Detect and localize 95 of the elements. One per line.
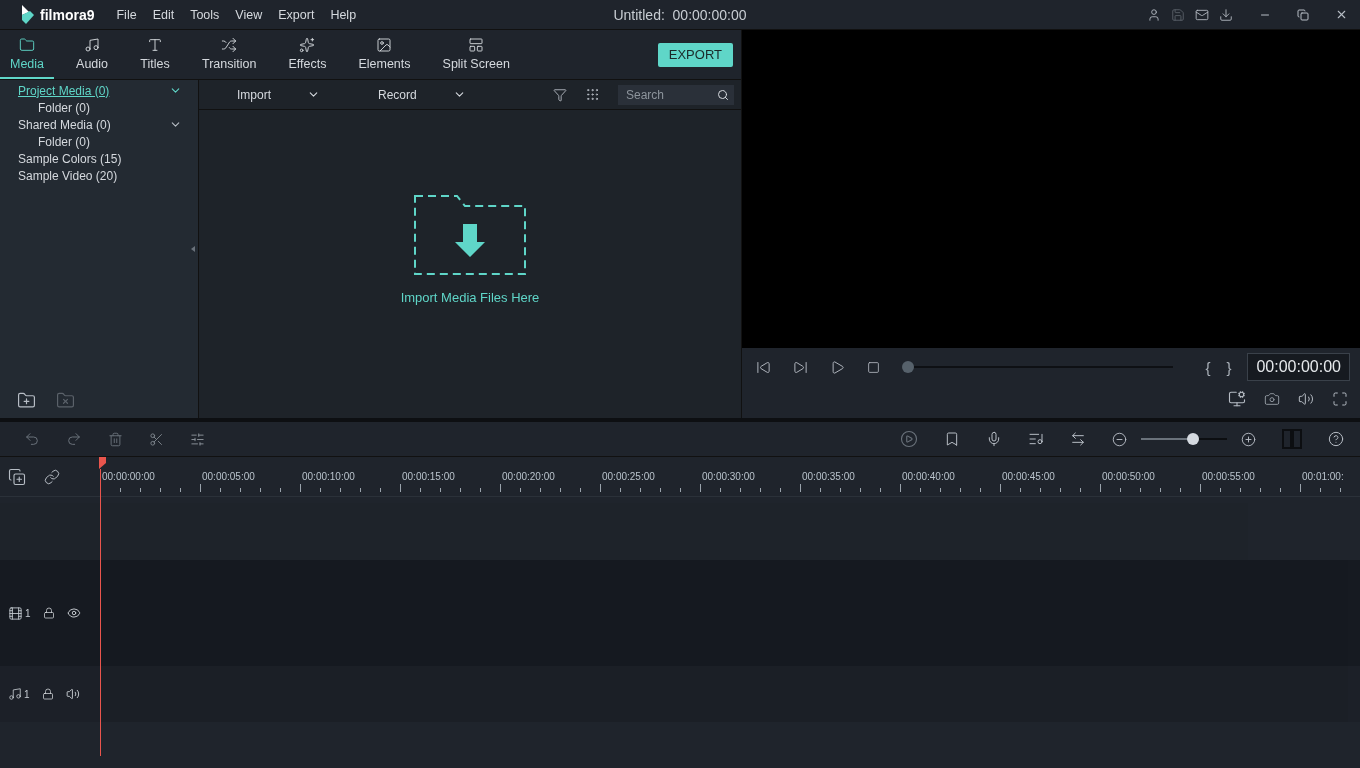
track-number: 1	[25, 607, 31, 619]
film-icon	[8, 605, 23, 621]
ruler-label: 00:00:05:00	[201, 471, 256, 482]
eye-icon[interactable]	[66, 606, 81, 620]
search-icon[interactable]	[717, 88, 729, 101]
tab[interactable]: Audio	[66, 30, 119, 79]
menu-item[interactable]: Export	[270, 7, 323, 22]
timecode: 00:00:00:00	[1247, 353, 1350, 381]
scissors-icon[interactable]	[149, 431, 164, 447]
logo-icon	[20, 4, 35, 25]
music-note-icon	[8, 687, 22, 701]
collapse-arrow-icon[interactable]	[191, 246, 195, 252]
filter-icon[interactable]	[553, 87, 567, 102]
close-icon[interactable]	[1335, 8, 1348, 21]
add-track-icon[interactable]	[8, 467, 26, 486]
music-note-icon	[84, 36, 101, 53]
new-folder-icon[interactable]	[17, 391, 36, 410]
link-icon[interactable]	[44, 468, 60, 485]
export-button[interactable]: EXPORT	[657, 42, 733, 67]
restore-icon[interactable]	[1297, 8, 1309, 21]
ruler-label: 00:00:55:00	[1201, 471, 1256, 482]
fullscreen-icon[interactable]	[1332, 390, 1348, 408]
playhead-handle[interactable]	[99, 457, 107, 469]
menu-item[interactable]: Help	[322, 7, 365, 22]
fit-icon[interactable]	[1070, 431, 1086, 447]
play-button[interactable]	[830, 359, 845, 375]
import-dropdown[interactable]: Import	[231, 86, 326, 103]
speaker-icon[interactable]	[65, 687, 80, 701]
microphone-icon[interactable]	[986, 431, 1002, 447]
menu-item[interactable]: Edit	[144, 7, 183, 22]
ruler-label: 00:00:00:00	[101, 471, 156, 482]
ruler-label: 00:01:00:	[1301, 471, 1345, 482]
import-hint[interactable]: Import Media Files Here	[400, 289, 540, 305]
grid-icon[interactable]	[585, 87, 600, 102]
folder-icon	[19, 36, 35, 53]
folder-download-icon[interactable]	[413, 193, 527, 276]
sidebar-item[interactable]: Shared Media (0)	[18, 117, 111, 132]
delete-icon[interactable]	[108, 431, 123, 447]
redo-icon[interactable]	[66, 431, 82, 447]
stop-button[interactable]	[867, 360, 880, 374]
zoom-in-icon[interactable]	[1241, 431, 1256, 447]
tab[interactable]: Elements	[348, 30, 421, 79]
layout-toggle-icon[interactable]	[1282, 429, 1302, 449]
search-field[interactable]: Search	[618, 84, 734, 105]
ruler-label: 00:00:45:00	[1001, 471, 1056, 482]
transition-icon	[221, 36, 238, 53]
sparkle-icon	[299, 36, 316, 53]
marker-icon[interactable]	[944, 431, 960, 447]
camera-icon[interactable]	[1264, 390, 1280, 408]
record-dropdown[interactable]: Record	[372, 86, 472, 103]
ruler-label: 00:00:50:00	[1101, 471, 1156, 482]
user-icon[interactable]	[1147, 7, 1161, 22]
audio-mixer-icon[interactable]	[1028, 431, 1044, 447]
download-icon[interactable]	[1219, 7, 1233, 22]
sidebar-item[interactable]: Folder (0)	[38, 134, 90, 149]
progress-thumb[interactable]	[902, 361, 914, 373]
render-preview-icon[interactable]	[900, 430, 918, 448]
ruler-label: 00:00:10:00	[301, 471, 356, 482]
zoom-thumb[interactable]	[1186, 433, 1199, 445]
zoom-out-icon[interactable]	[1112, 431, 1127, 447]
tab[interactable]: Titles	[130, 30, 181, 79]
menu-item[interactable]: File	[108, 7, 145, 22]
layout-icon	[468, 36, 485, 53]
ruler-label: 00:00:15:00	[401, 471, 456, 482]
lock-icon[interactable]	[41, 688, 54, 700]
image-icon	[376, 36, 393, 53]
mail-icon[interactable]	[1195, 7, 1209, 22]
sidebar-item[interactable]: Project Media (0)	[18, 83, 110, 98]
undo-icon[interactable]	[24, 431, 40, 447]
ruler-label: 00:00:25:00	[601, 471, 656, 482]
text-icon	[147, 36, 164, 53]
adjust-icon[interactable]	[190, 431, 205, 447]
lock-icon[interactable]	[42, 607, 55, 619]
display-settings-icon[interactable]	[1228, 390, 1246, 408]
mark-out-button[interactable]: }	[1226, 358, 1232, 376]
next-frame-icon[interactable]	[793, 359, 808, 375]
sidebar-item[interactable]: Sample Video (20)	[18, 168, 118, 183]
menu-item[interactable]: View	[227, 7, 271, 22]
ruler-label: 00:00:20:00	[501, 471, 556, 482]
mark-in-button[interactable]: {	[1205, 358, 1211, 376]
menu-item[interactable]: Tools	[182, 7, 228, 22]
ruler-label: 00:00:30:00	[701, 471, 756, 482]
tab[interactable]: Transition	[192, 30, 267, 79]
tab[interactable]: Split Screen	[432, 30, 520, 79]
help-icon[interactable]	[1328, 431, 1344, 447]
sidebar-item[interactable]: Folder (0)	[38, 100, 90, 115]
window-title: Untitled: 00:00:00:00	[613, 6, 747, 23]
tab[interactable]: Effects	[278, 30, 337, 79]
ruler-label: 00:00:35:00	[801, 471, 856, 482]
sidebar-item[interactable]: Sample Colors (15)	[18, 151, 122, 166]
previous-frame-icon[interactable]	[756, 359, 771, 375]
track-number: 1	[24, 688, 30, 700]
app-logo: filmora9	[40, 6, 95, 23]
volume-icon[interactable]	[1298, 390, 1314, 408]
ruler-label: 00:00:40:00	[901, 471, 956, 482]
